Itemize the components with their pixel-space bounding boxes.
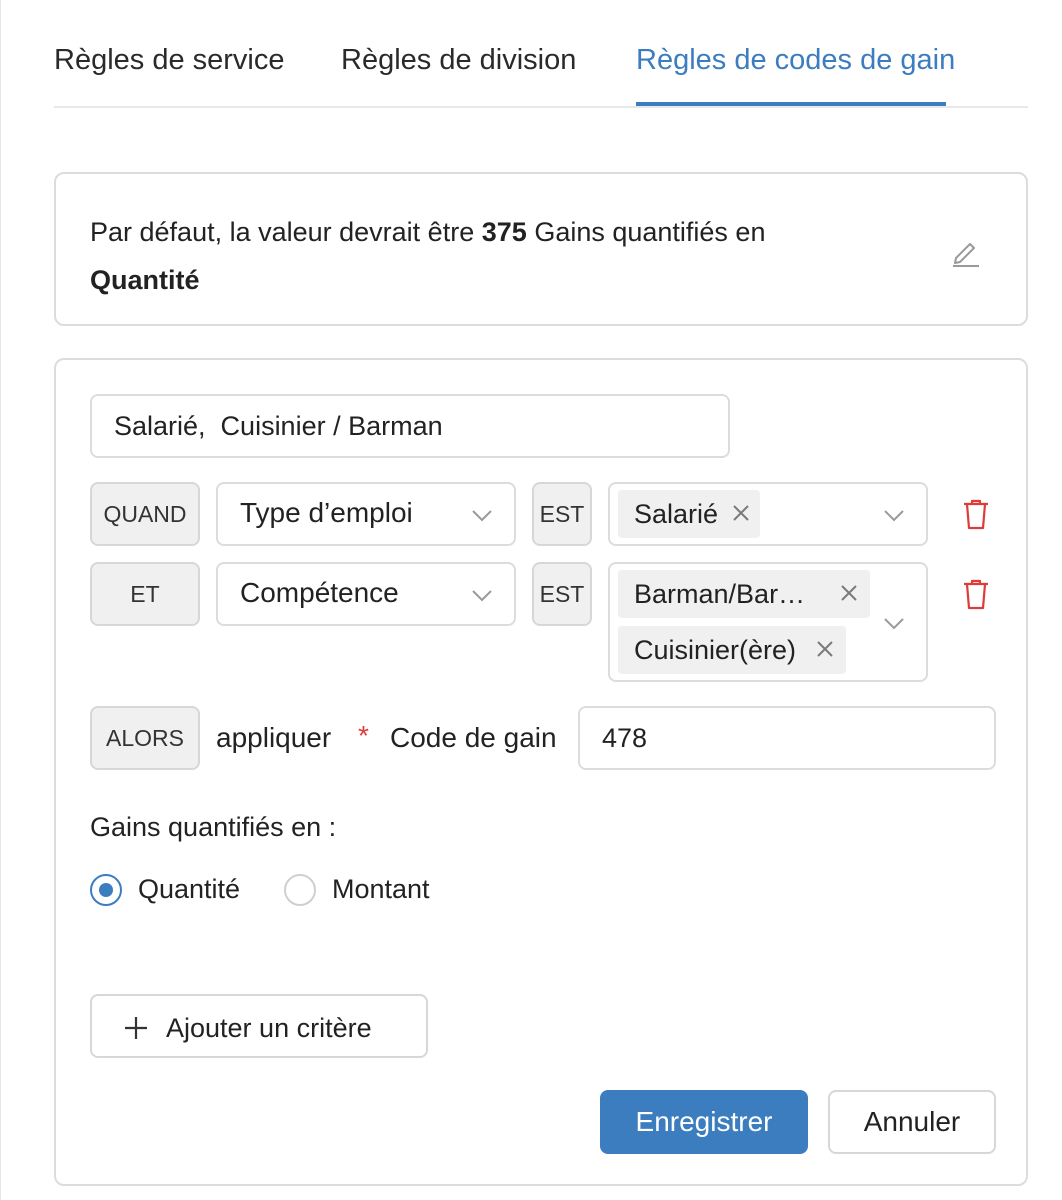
- value-chip: Cuisinier(ère): [618, 626, 846, 674]
- default-rule-card: Par défaut, la valeur devrait être 375 G…: [54, 172, 1028, 326]
- required-marker: *: [358, 720, 369, 751]
- condition-1-field-select[interactable]: Type d’emploi: [216, 482, 516, 546]
- close-icon[interactable]: [816, 640, 834, 658]
- condition-1-field-value: Type d’emploi: [240, 497, 413, 528]
- add-criteria-label: Ajouter un critère: [166, 1013, 372, 1043]
- close-icon[interactable]: [732, 504, 750, 522]
- condition-2-field-select[interactable]: Compétence: [216, 562, 516, 626]
- gains-quantified-label: Gains quantifiés en :: [90, 812, 337, 842]
- value-chip: Salarié: [618, 490, 760, 538]
- trash-icon[interactable]: [962, 498, 990, 530]
- earning-code-input[interactable]: [578, 706, 996, 770]
- chip-label: Barman/Bar…: [634, 578, 806, 609]
- tab-earning-code-rules[interactable]: Règles de codes de gain: [636, 44, 955, 77]
- value-chip: Barman/Bar…: [618, 570, 870, 618]
- default-value: 375: [481, 217, 527, 247]
- chevron-down-icon: [884, 618, 904, 630]
- default-prefix: Par défaut, la valeur devrait être: [90, 217, 475, 247]
- page-left-border: [0, 0, 1, 1200]
- chevron-down-icon: [472, 510, 492, 522]
- condition-2-field-value: Compétence: [240, 577, 399, 608]
- add-criteria-button[interactable]: Ajouter un critère: [90, 994, 428, 1058]
- condition-2-values-select[interactable]: Barman/Bar… Cuisinier(ère): [608, 562, 928, 682]
- chip-label: Salarié: [634, 498, 719, 529]
- operator-is-tag: EST: [532, 482, 592, 546]
- pencil-icon[interactable]: [948, 234, 982, 268]
- radio-quantity-label[interactable]: Quantité: [138, 874, 240, 905]
- radio-quantity[interactable]: [90, 874, 122, 906]
- default-middle: Gains quantifiés en: [534, 217, 766, 247]
- active-tab-indicator: [636, 102, 946, 106]
- radio-amount[interactable]: [284, 874, 316, 906]
- save-button[interactable]: Enregistrer: [600, 1090, 808, 1154]
- tab-division-rules[interactable]: Règles de division: [341, 44, 576, 77]
- connector-and-tag: ET: [90, 562, 200, 626]
- rules-tabs: Règles de service Règles de division Règ…: [54, 0, 1028, 108]
- radio-amount-label[interactable]: Montant: [332, 874, 430, 905]
- condition-1-values-select[interactable]: Salarié: [608, 482, 928, 546]
- earning-code-label: Code de gain: [390, 722, 557, 753]
- chevron-down-icon: [472, 590, 492, 602]
- earning-code-rule-card: QUAND Type d’emploi EST Salarié ET Compé…: [54, 358, 1028, 1186]
- rule-name-input[interactable]: [90, 394, 730, 458]
- default-unit: Quantité: [90, 265, 200, 295]
- chip-label: Cuisinier(ère): [634, 634, 797, 665]
- plus-icon: [125, 1017, 147, 1039]
- apply-label: appliquer: [216, 722, 332, 753]
- default-rule-text: Par défaut, la valeur devrait être 375 G…: [90, 208, 870, 304]
- connector-when-tag: QUAND: [90, 482, 200, 546]
- tab-service-rules[interactable]: Règles de service: [54, 44, 285, 77]
- operator-is-tag: EST: [532, 562, 592, 626]
- close-icon[interactable]: [840, 584, 858, 602]
- trash-icon[interactable]: [962, 578, 990, 610]
- cancel-button[interactable]: Annuler: [828, 1090, 996, 1154]
- connector-then-tag: ALORS: [90, 706, 200, 770]
- chevron-down-icon: [884, 510, 904, 522]
